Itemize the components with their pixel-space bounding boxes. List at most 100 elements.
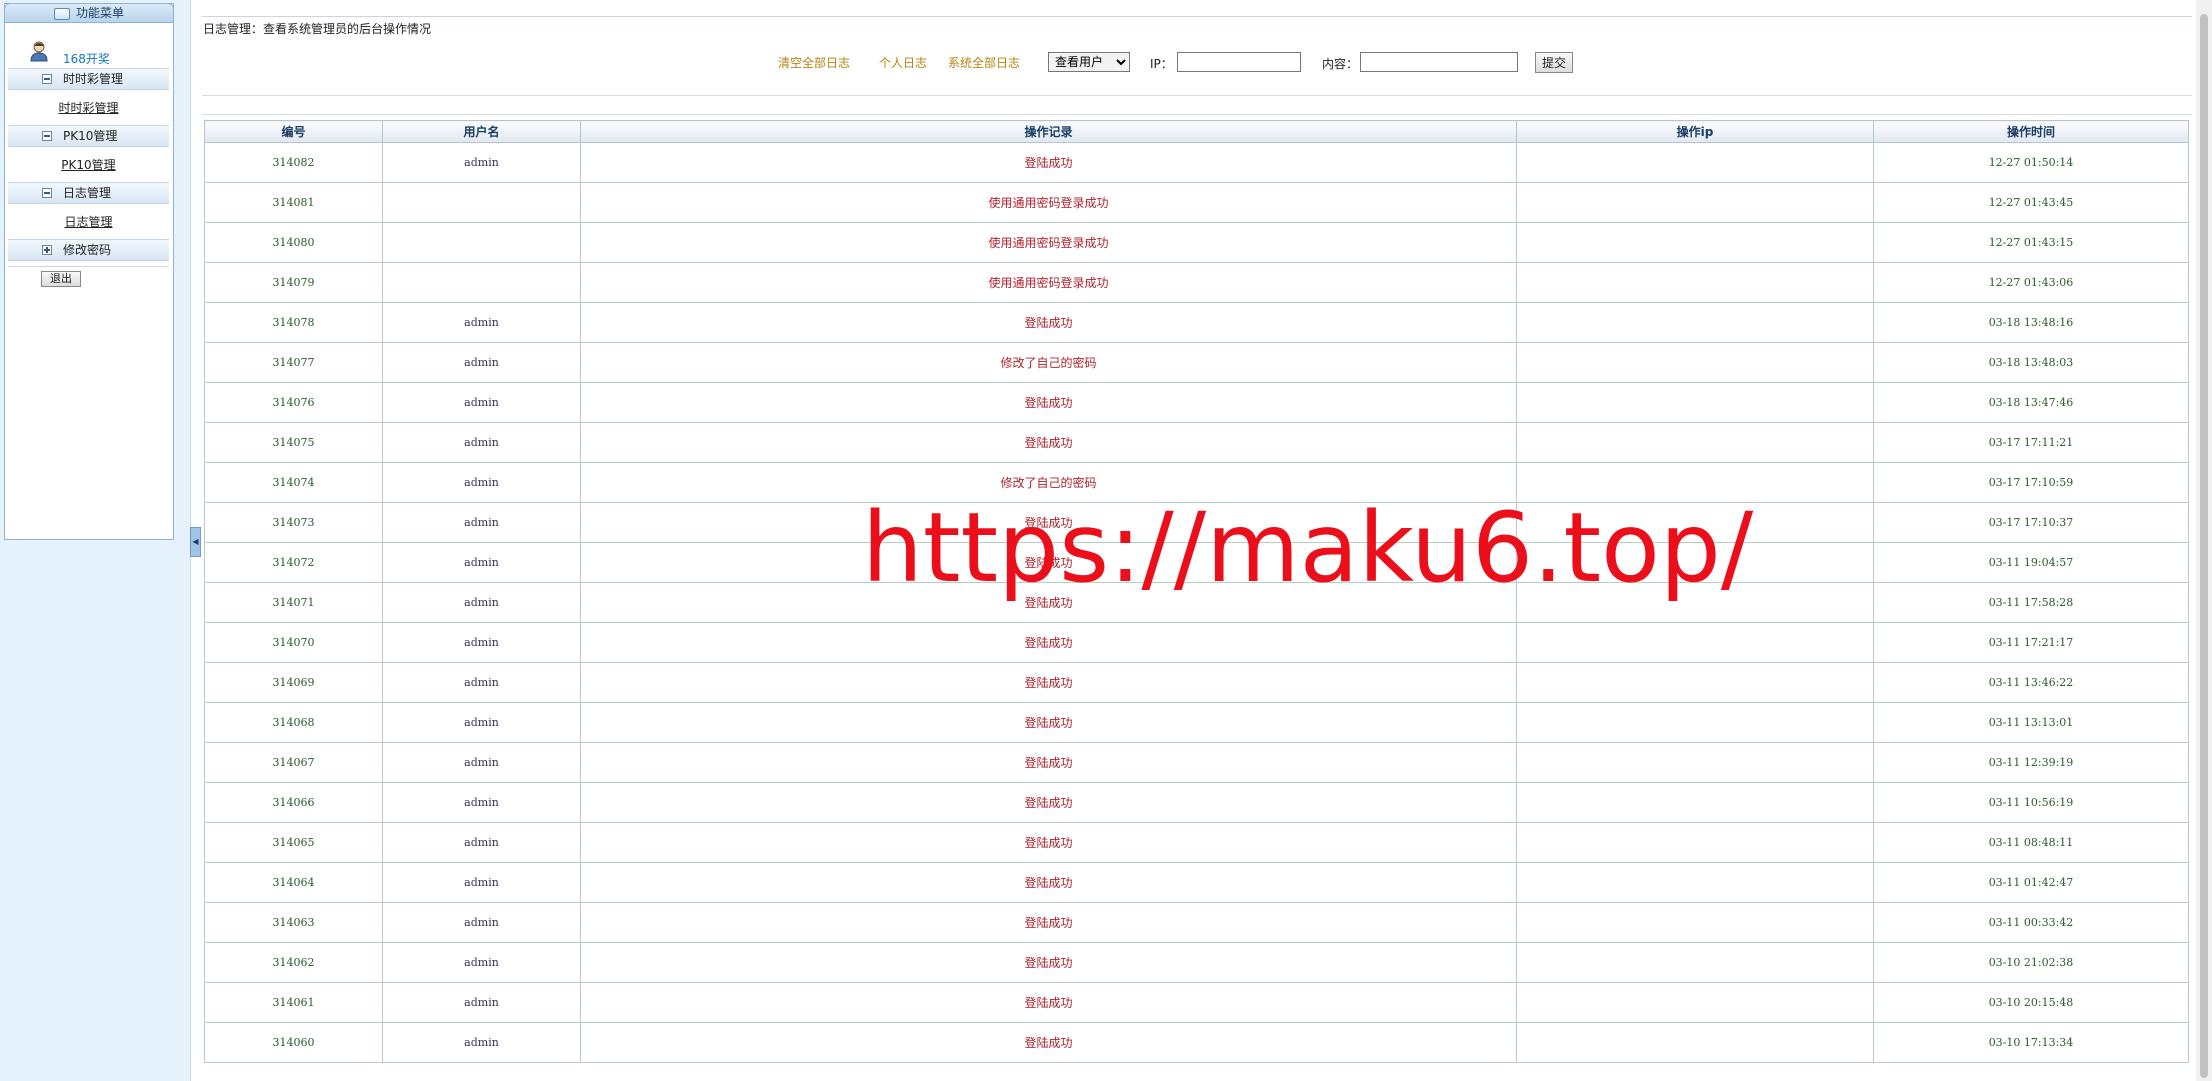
cell-action: 登陆成功 bbox=[580, 142, 1517, 183]
cell-username: admin bbox=[382, 742, 581, 783]
cell-username: admin bbox=[382, 302, 581, 343]
cell-ip bbox=[1516, 142, 1874, 183]
cell-id: 314063 bbox=[204, 902, 383, 943]
cell-ip bbox=[1516, 422, 1874, 463]
cell-username: admin bbox=[382, 862, 581, 903]
sidebar-item-pk10-manage[interactable]: PK10管理 bbox=[8, 152, 169, 178]
cell-username: admin bbox=[382, 582, 581, 623]
cell-username: admin bbox=[382, 822, 581, 863]
clear-all-logs-link[interactable]: 清空全部日志 bbox=[778, 54, 850, 71]
brand-link[interactable]: 168开奖 bbox=[63, 50, 110, 67]
cell-ip bbox=[1516, 382, 1874, 423]
cell-action: 登陆成功 bbox=[580, 302, 1517, 343]
cell-id: 314079 bbox=[204, 262, 383, 303]
left-sidebar: 功能菜单 168开奖 时时彩管理 时时彩管理 PK10管理 PK10管理 日志管… bbox=[0, 0, 191, 1081]
table-row: 314071 admin 登陆成功 03-11 17:58:28 bbox=[204, 582, 2189, 623]
sidebar-section-log[interactable]: 日志管理 bbox=[8, 182, 169, 204]
cell-username: admin bbox=[382, 502, 581, 543]
table-row: 314078 admin 登陆成功 03-18 13:48:16 bbox=[204, 302, 2189, 343]
cell-id: 314065 bbox=[204, 822, 383, 863]
cell-ip bbox=[1516, 942, 1874, 983]
sidebar-item-log-manage[interactable]: 日志管理 bbox=[8, 209, 169, 235]
vertical-scrollbar[interactable] bbox=[2196, 0, 2212, 1081]
cell-time: 03-10 17:13:34 bbox=[1873, 1022, 2189, 1063]
column-header-id: 编号 bbox=[204, 120, 383, 143]
cell-username: admin bbox=[382, 902, 581, 943]
sidebar-section-label: PK10管理 bbox=[63, 129, 118, 143]
cell-time: 12-27 01:43:45 bbox=[1873, 182, 2189, 223]
menu-header: 功能菜单 bbox=[4, 3, 174, 23]
cell-time: 12-27 01:43:06 bbox=[1873, 262, 2189, 303]
cell-action: 登陆成功 bbox=[580, 422, 1517, 463]
table-row: 314076 admin 登陆成功 03-18 13:47:46 bbox=[204, 382, 2189, 423]
ip-input[interactable] bbox=[1177, 52, 1301, 72]
cell-id: 314062 bbox=[204, 942, 383, 983]
minus-box-icon bbox=[42, 131, 52, 141]
content-label: 内容： bbox=[1322, 57, 1359, 71]
content-input[interactable] bbox=[1360, 52, 1518, 72]
scrollbar-thumb[interactable] bbox=[2200, 14, 2208, 1078]
cell-time: 03-11 10:56:19 bbox=[1873, 782, 2189, 823]
cell-time: 12-27 01:50:14 bbox=[1873, 142, 2189, 183]
cell-username: admin bbox=[382, 542, 581, 583]
table-row: 314068 admin 登陆成功 03-11 13:13:01 bbox=[204, 702, 2189, 743]
cell-ip bbox=[1516, 622, 1874, 663]
divider bbox=[202, 114, 2192, 115]
sidebar-section-pk10[interactable]: PK10管理 bbox=[8, 125, 169, 147]
table-row: 314060 admin 登陆成功 03-10 17:13:34 bbox=[204, 1022, 2189, 1063]
cell-username: admin bbox=[382, 942, 581, 983]
table-row: 314072 admin 登陆成功 03-11 19:04:57 bbox=[204, 542, 2189, 583]
divider bbox=[202, 95, 2192, 96]
cell-time: 12-27 01:43:15 bbox=[1873, 222, 2189, 263]
cell-action: 登陆成功 bbox=[580, 542, 1517, 583]
cell-id: 314068 bbox=[204, 702, 383, 743]
user-avatar-icon bbox=[30, 41, 48, 62]
cell-id: 314072 bbox=[204, 542, 383, 583]
table-row: 314066 admin 登陆成功 03-11 10:56:19 bbox=[204, 782, 2189, 823]
table-row: 314079 使用通用密码登录成功 12-27 01:43:06 bbox=[204, 262, 2189, 303]
cell-id: 314074 bbox=[204, 462, 383, 503]
log-table-body: 314082 admin 登陆成功 12-27 01:50:14 314081 使用通用密… bbox=[204, 142, 2189, 1063]
cell-id: 314080 bbox=[204, 222, 383, 263]
brand-row: 168开奖 bbox=[5, 34, 173, 67]
sidebar-section-label: 修改密码 bbox=[63, 243, 112, 257]
user-select[interactable]: 查看用户 bbox=[1048, 52, 1130, 72]
cell-id: 314071 bbox=[204, 582, 383, 623]
cell-time: 03-11 13:13:01 bbox=[1873, 702, 2189, 743]
cell-time: 03-11 12:39:19 bbox=[1873, 742, 2189, 783]
function-menu-panel: 功能菜单 168开奖 时时彩管理 时时彩管理 PK10管理 PK10管理 日志管… bbox=[4, 3, 174, 540]
cell-ip bbox=[1516, 342, 1874, 383]
cell-ip bbox=[1516, 742, 1874, 783]
table-row: 314082 admin 登陆成功 12-27 01:50:14 bbox=[204, 142, 2189, 183]
cell-ip bbox=[1516, 182, 1874, 223]
cell-username bbox=[382, 182, 581, 223]
cell-time: 03-11 00:33:42 bbox=[1873, 902, 2189, 943]
cell-ip bbox=[1516, 982, 1874, 1023]
chevron-left-icon[interactable]: ◀ bbox=[190, 527, 201, 557]
submit-button[interactable]: 提交 bbox=[1535, 52, 1573, 73]
cell-id: 314082 bbox=[204, 142, 383, 183]
table-row: 314062 admin 登陆成功 03-10 21:02:38 bbox=[204, 942, 2189, 983]
log-toolbar: 清空全部日志 个人日志 系统全部日志 查看用户 IP： 内容： 提交 bbox=[202, 52, 2192, 74]
sidebar-item-ssc-manage[interactable]: 时时彩管理 bbox=[8, 95, 169, 121]
cell-time: 03-18 13:47:46 bbox=[1873, 382, 2189, 423]
cell-id: 314076 bbox=[204, 382, 383, 423]
cell-ip bbox=[1516, 302, 1874, 343]
logout-button[interactable]: 退出 bbox=[41, 271, 81, 287]
cell-username: admin bbox=[382, 462, 581, 503]
cell-action: 登陆成功 bbox=[580, 942, 1517, 983]
cell-ip bbox=[1516, 1022, 1874, 1063]
system-all-logs-link[interactable]: 系统全部日志 bbox=[948, 54, 1020, 71]
cell-username: admin bbox=[382, 702, 581, 743]
sidebar-section-change-password[interactable]: 修改密码 bbox=[8, 239, 169, 261]
table-row: 314065 admin 登陆成功 03-11 08:48:11 bbox=[204, 822, 2189, 863]
cell-ip bbox=[1516, 262, 1874, 303]
cell-action: 使用通用密码登录成功 bbox=[580, 182, 1517, 223]
page-title: 日志管理：查看系统管理员的后台操作情况 bbox=[203, 22, 432, 36]
cell-time: 03-11 17:58:28 bbox=[1873, 582, 2189, 623]
table-row: 314073 admin 登陆成功 03-17 17:10:37 bbox=[204, 502, 2189, 543]
personal-logs-link[interactable]: 个人日志 bbox=[879, 54, 927, 71]
cell-time: 03-18 13:48:16 bbox=[1873, 302, 2189, 343]
plus-box-icon bbox=[42, 245, 52, 255]
sidebar-section-ssc[interactable]: 时时彩管理 bbox=[8, 68, 169, 90]
